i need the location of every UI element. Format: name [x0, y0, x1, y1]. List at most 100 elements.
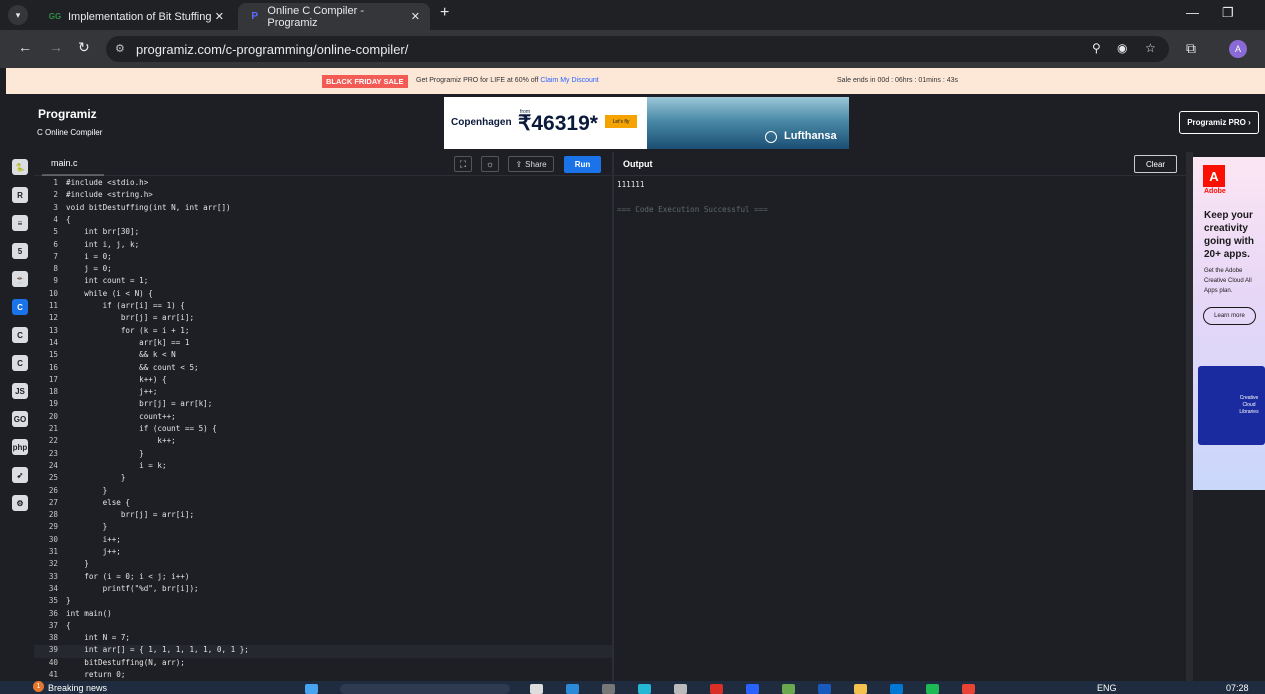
- minimize-icon[interactable]: —: [1186, 5, 1199, 20]
- code-line[interactable]: 27 else {: [34, 498, 612, 510]
- java-language-icon[interactable]: ☕: [12, 271, 28, 287]
- reload-icon[interactable]: ↻: [78, 39, 90, 56]
- code-line[interactable]: 39 int arr[] = { 1, 1, 1, 1, 1, 0, 1 };: [34, 645, 612, 658]
- chrome-icon[interactable]: [962, 684, 975, 694]
- code-line[interactable]: 1 #include <stdio.h>: [34, 178, 612, 190]
- code-line[interactable]: 16 && count < 5;: [34, 363, 612, 375]
- programiz-pro-button[interactable]: Programiz PRO ›: [1179, 111, 1259, 134]
- code-line[interactable]: 29 }: [34, 522, 612, 534]
- sql-language-icon[interactable]: ≡: [12, 215, 28, 231]
- programiz-logo[interactable]: Programiz: [38, 107, 97, 121]
- code-line[interactable]: 20 count++;: [34, 412, 612, 424]
- word-icon[interactable]: [818, 684, 831, 694]
- clear-button[interactable]: Clear: [1134, 155, 1177, 173]
- start-icon[interactable]: [305, 684, 318, 694]
- c-language-icon[interactable]: C: [12, 299, 28, 315]
- new-tab-icon[interactable]: +: [440, 4, 449, 22]
- code-line[interactable]: 30 i++;: [34, 535, 612, 547]
- tab-search-button[interactable]: ▾: [8, 5, 28, 25]
- rust-language-icon[interactable]: ⚙: [12, 495, 28, 511]
- lufthansa-ad-banner[interactable]: Copenhagen from ₹46319* Let's fly Luftha…: [444, 97, 849, 149]
- swift-language-icon[interactable]: ➶: [12, 467, 28, 483]
- extensions-icon[interactable]: ⧉: [1186, 40, 1196, 57]
- run-button[interactable]: Run: [564, 156, 601, 173]
- code-line[interactable]: 10 while (i < N) {: [34, 289, 612, 301]
- code-line[interactable]: 14 arr[k] == 1: [34, 338, 612, 350]
- code-line[interactable]: 4{: [34, 215, 612, 227]
- app-icon[interactable]: [782, 684, 795, 694]
- code-line[interactable]: 32 }: [34, 559, 612, 571]
- adobe-side-ad[interactable]: A Adobe Keep your creativity going with …: [1193, 157, 1265, 490]
- tracking-protection-icon[interactable]: ◉: [1117, 41, 1127, 55]
- folder-icon[interactable]: [854, 684, 867, 694]
- edge-icon[interactable]: [566, 684, 579, 694]
- claim-discount-link[interactable]: Claim My Discount: [540, 77, 598, 84]
- code-line[interactable]: 11 if (arr[i] == 1) {: [34, 301, 612, 313]
- omnibox[interactable]: ⚙ programiz.com/c-programming/online-com…: [106, 36, 1169, 62]
- code-line[interactable]: 5 int brr[30];: [34, 227, 612, 239]
- fullscreen-icon[interactable]: ⛶: [454, 156, 472, 172]
- code-line[interactable]: 40 bitDestuffing(N, arr);: [34, 658, 612, 670]
- csharp-language-icon[interactable]: C: [12, 355, 28, 371]
- code-line[interactable]: 38 int N = 7;: [34, 633, 612, 645]
- clock[interactable]: 07:28: [1226, 683, 1249, 693]
- share-button[interactable]: ⇪ Share: [508, 156, 554, 172]
- code-line[interactable]: 7 i = 0;: [34, 252, 612, 264]
- code-line[interactable]: 3 void bitDestuffing(int N, int arr[]): [34, 203, 612, 215]
- forward-icon[interactable]: →: [49, 39, 63, 55]
- code-line[interactable]: 8 j = 0;: [34, 264, 612, 276]
- code-line[interactable]: 37 {: [34, 621, 612, 633]
- site-info-icon[interactable]: ⚙: [115, 42, 125, 55]
- language-indicator[interactable]: ENG: [1097, 683, 1117, 693]
- code-line[interactable]: 18 j++;: [34, 387, 612, 399]
- learn-more-button[interactable]: Learn more: [1203, 307, 1256, 325]
- spotify-icon[interactable]: [926, 684, 939, 694]
- code-line[interactable]: 21 if (count == 5) {: [34, 424, 612, 436]
- theme-toggle-icon[interactable]: ☼: [481, 156, 499, 172]
- code-line[interactable]: 2 #include <string.h>: [34, 190, 612, 202]
- zoom-icon[interactable]: ⚲: [1092, 41, 1101, 55]
- settings-icon[interactable]: [602, 684, 615, 694]
- news-badge[interactable]: 1: [33, 681, 44, 692]
- js-language-icon[interactable]: JS: [12, 383, 28, 399]
- code-line[interactable]: 36 int main(): [34, 609, 612, 621]
- store-icon[interactable]: [638, 684, 651, 694]
- cpp-language-icon[interactable]: C: [12, 327, 28, 343]
- code-line[interactable]: 31 j++;: [34, 547, 612, 559]
- code-line[interactable]: 17 k++) {: [34, 375, 612, 387]
- code-line[interactable]: 13 for (k = i + 1;: [34, 326, 612, 338]
- code-line[interactable]: 25 }: [34, 473, 612, 485]
- news-widget[interactable]: Breaking news: [48, 683, 107, 693]
- app-icon[interactable]: [746, 684, 759, 694]
- code-line[interactable]: 33 for (i = 0; i < j; i++): [34, 572, 612, 584]
- code-line[interactable]: 28 brr[j] = arr[i];: [34, 510, 612, 522]
- code-line[interactable]: 15 && k < N: [34, 350, 612, 362]
- bookmark-star-icon[interactable]: ☆: [1145, 41, 1156, 55]
- code-line[interactable]: 12 brr[j] = arr[i];: [34, 313, 612, 325]
- code-line[interactable]: 35}: [34, 596, 612, 608]
- code-line[interactable]: 19 brr[j] = arr[k];: [34, 399, 612, 411]
- code-line[interactable]: 23 }: [34, 449, 612, 461]
- vscode-icon[interactable]: [890, 684, 903, 694]
- code-line[interactable]: 26 }: [34, 486, 612, 498]
- task-view-icon[interactable]: [530, 684, 543, 694]
- panel-divider[interactable]: [612, 152, 614, 694]
- output-scrollbar[interactable]: [1186, 152, 1193, 694]
- restore-icon[interactable]: ❐: [1222, 5, 1234, 21]
- code-line[interactable]: 9 int count = 1;: [34, 276, 612, 288]
- file-tab-main[interactable]: main.c: [42, 153, 104, 176]
- files-icon[interactable]: [674, 684, 687, 694]
- tab-programiz[interactable]: P Online C Compiler - Programiz ✕: [238, 3, 430, 30]
- go-language-icon[interactable]: GO: [12, 411, 28, 427]
- tab-bit-stuffing[interactable]: GG Implementation of Bit Stuffing ✕: [38, 3, 234, 30]
- close-tab-icon[interactable]: ✕: [411, 10, 420, 23]
- taskbar-search-box[interactable]: [340, 684, 510, 694]
- gmail-icon[interactable]: [710, 684, 723, 694]
- close-tab-icon[interactable]: ✕: [215, 10, 224, 23]
- code-line[interactable]: 22 k++;: [34, 436, 612, 448]
- python-language-icon[interactable]: 🐍: [12, 159, 28, 175]
- code-line[interactable]: 34 printf("%d", brr[i]);: [34, 584, 612, 596]
- profile-avatar[interactable]: A: [1229, 40, 1247, 58]
- code-line[interactable]: 24 i = k;: [34, 461, 612, 473]
- back-icon[interactable]: ←: [18, 39, 32, 55]
